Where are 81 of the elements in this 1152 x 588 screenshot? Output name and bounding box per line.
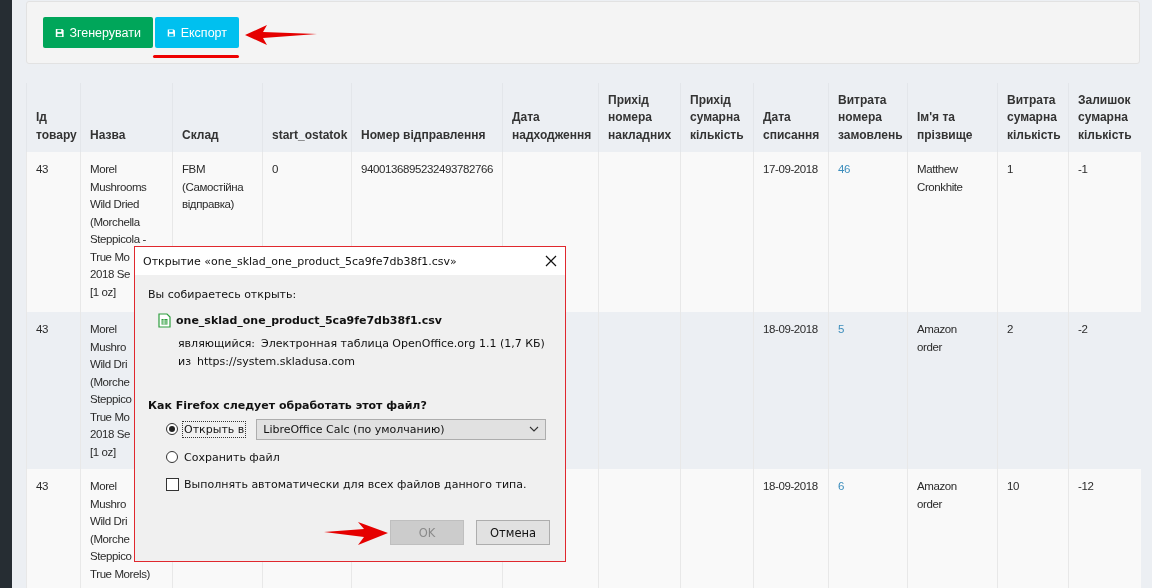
text-line: 2018 Se xyxy=(90,427,131,442)
file-name: one_sklad_one_product_5ca9fe7db38f1.csv xyxy=(176,314,443,327)
application-dropdown[interactable]: LibreOffice Calc (по умолчанию) xyxy=(256,418,547,440)
text-line: Wild Dried xyxy=(90,197,140,212)
text-line: Wild Dri xyxy=(90,357,128,372)
column-header: Витрата сумарна кількість xyxy=(997,83,1069,152)
table-cell: 0 xyxy=(272,163,278,175)
radio-button[interactable] xyxy=(166,451,178,463)
text-line: [1 oz] xyxy=(90,284,116,300)
table-cell: 17-09-2018 xyxy=(763,163,818,175)
type-label: являющийся: xyxy=(178,337,256,350)
radio-button[interactable] xyxy=(166,423,178,435)
save-icon xyxy=(55,26,65,39)
text-line: True Mo xyxy=(90,409,130,425)
dropdown-value: LibreOffice Calc (по умолчанию) xyxy=(263,422,445,436)
spreadsheet-file-icon xyxy=(158,313,171,328)
table-cell: -12 xyxy=(1078,480,1094,492)
column-header: Залишок сумарна кількість xyxy=(1068,83,1141,152)
table-cell: -1 xyxy=(1078,163,1088,175)
option-label[interactable]: Сохранить файл xyxy=(182,448,282,466)
source-label: из xyxy=(178,355,191,368)
column-header: Прихід сумарна кількість xyxy=(680,83,754,152)
column-header: start_ostatok xyxy=(262,83,352,152)
cancel-button[interactable]: Отмена xyxy=(476,520,550,545)
text-line: 2018 Se xyxy=(90,267,131,282)
column-header: Витрата номера замовлень xyxy=(828,83,908,152)
table-cell: 43 xyxy=(36,323,48,335)
text-line: Wild Dri xyxy=(90,514,128,529)
type-value: Электронная таблица OpenOffice.org 1.1 (1,7 КБ) xyxy=(261,337,545,350)
generate-button[interactable]: Згенерувати xyxy=(43,17,153,48)
close-icon xyxy=(545,255,557,267)
text-line: (Morche xyxy=(90,531,130,547)
checkbox-label: Выполнять автоматически для всех файлов данного типа. xyxy=(184,478,527,491)
text-line: Mushro xyxy=(90,496,126,512)
table-cell: 43 xyxy=(36,480,48,492)
column-header: Дата надходження xyxy=(502,83,599,152)
text-line: Morel xyxy=(90,479,117,494)
text-line: True Morels) xyxy=(90,566,150,582)
table-cell: 1 xyxy=(1007,163,1013,175)
table-cell: 9400136895232493782766 xyxy=(361,163,493,175)
text-line: Morel xyxy=(90,162,117,177)
table-cell: Amazon order xyxy=(917,323,957,353)
text-line: (Morche xyxy=(90,374,130,390)
column-header: Ім'я та прізвище xyxy=(907,83,998,152)
text-line: [1 oz] xyxy=(90,444,116,460)
column-header: Прихід номера накладних xyxy=(598,83,681,152)
save-icon xyxy=(167,26,176,39)
text-line: Steppico xyxy=(90,549,132,564)
option-label[interactable]: Открыть в xyxy=(182,420,247,438)
table-cell: Matthew Cronkhite xyxy=(917,163,963,193)
question-text: Как Firefox следует обработать этот файл? xyxy=(148,399,428,412)
table-cell: 10 xyxy=(1007,480,1019,492)
checkbox[interactable] xyxy=(166,478,179,491)
source-url: https://system.skladusa.com xyxy=(197,355,355,368)
order-link[interactable]: 6 xyxy=(838,480,844,492)
intro-text: Вы собираетесь открыть: xyxy=(148,288,298,301)
table-cell: 18-09-2018 xyxy=(763,323,818,335)
order-link[interactable]: 46 xyxy=(838,163,850,175)
column-header: Номер відправлення xyxy=(351,83,503,152)
dialog-title: Открытие «one_sklad_one_product_5ca9fe7db38f1.csv» xyxy=(143,254,457,268)
text-line: (Morchella xyxy=(90,214,140,230)
text-line: Morel xyxy=(90,322,117,337)
export-button[interactable]: Експорт xyxy=(155,17,239,48)
table-cell: FBM (Самостійна відправка) xyxy=(182,163,244,210)
column-header: Дата списання xyxy=(753,83,829,152)
column-header: Назва xyxy=(80,83,173,152)
chevron-down-icon xyxy=(529,426,540,432)
text-line: Mushrooms xyxy=(90,179,147,195)
text-line: Steppicola - xyxy=(90,232,146,247)
order-link[interactable]: 5 xyxy=(838,323,844,335)
column-header: Ід товару xyxy=(26,83,81,152)
column-header: Склад xyxy=(172,83,263,152)
table-cell: -2 xyxy=(1078,323,1088,335)
table-cell: 43 xyxy=(36,163,48,175)
table-cell: 2 xyxy=(1007,323,1013,335)
text-line: Steppico xyxy=(90,392,132,407)
table-cell: Amazon order xyxy=(917,480,957,510)
close-button[interactable] xyxy=(545,255,557,267)
text-line: True Mo xyxy=(90,249,130,265)
table-cell: 18-09-2018 xyxy=(763,480,818,492)
text-line: Mushro xyxy=(90,339,126,355)
